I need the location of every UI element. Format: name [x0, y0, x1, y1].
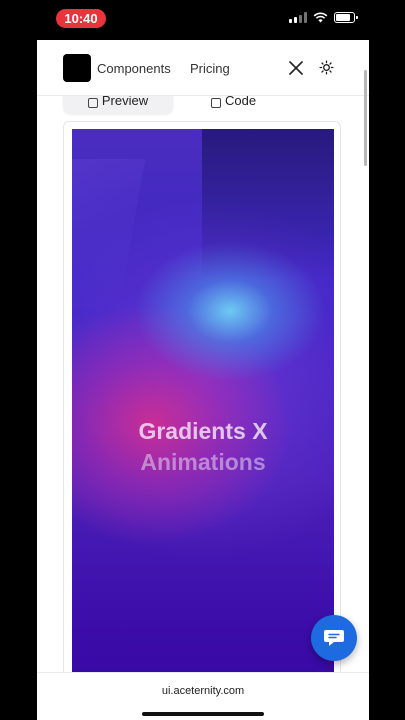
browser-viewport: Components Pricing Preview Code Gradient… — [37, 40, 369, 720]
nav-link-components[interactable]: Components — [97, 61, 171, 76]
page-scrollbar[interactable] — [364, 70, 367, 166]
chat-bubble-icon — [324, 630, 344, 646]
preview-card: Gradients X Animations — [63, 121, 341, 720]
cellular-signal-icon — [289, 12, 307, 23]
status-icons — [289, 12, 358, 23]
address-url[interactable]: ui.aceternity.com — [37, 685, 369, 697]
browser-address-bar[interactable]: ui.aceternity.com — [37, 672, 369, 720]
x-logo-icon[interactable] — [289, 61, 303, 75]
site-navbar: Components Pricing — [37, 40, 369, 96]
status-bar: 10:40 — [0, 0, 405, 40]
gradient-animation-preview: Gradients X Animations — [72, 129, 334, 720]
nav-link-pricing[interactable]: Pricing — [190, 61, 230, 76]
code-icon — [211, 98, 221, 108]
preview-icon — [87, 98, 98, 108]
preview-headline: Gradients X Animations — [72, 416, 334, 478]
status-time: 10:40 — [56, 9, 106, 28]
headline-line-2: Animations — [140, 449, 266, 475]
wifi-icon — [313, 12, 328, 23]
chat-button[interactable] — [311, 615, 357, 661]
site-logo[interactable] — [63, 54, 91, 82]
sun-theme-icon[interactable] — [319, 60, 334, 75]
headline-line-1: Gradients X — [138, 418, 268, 444]
home-indicator[interactable] — [142, 712, 264, 716]
battery-icon — [334, 12, 358, 23]
